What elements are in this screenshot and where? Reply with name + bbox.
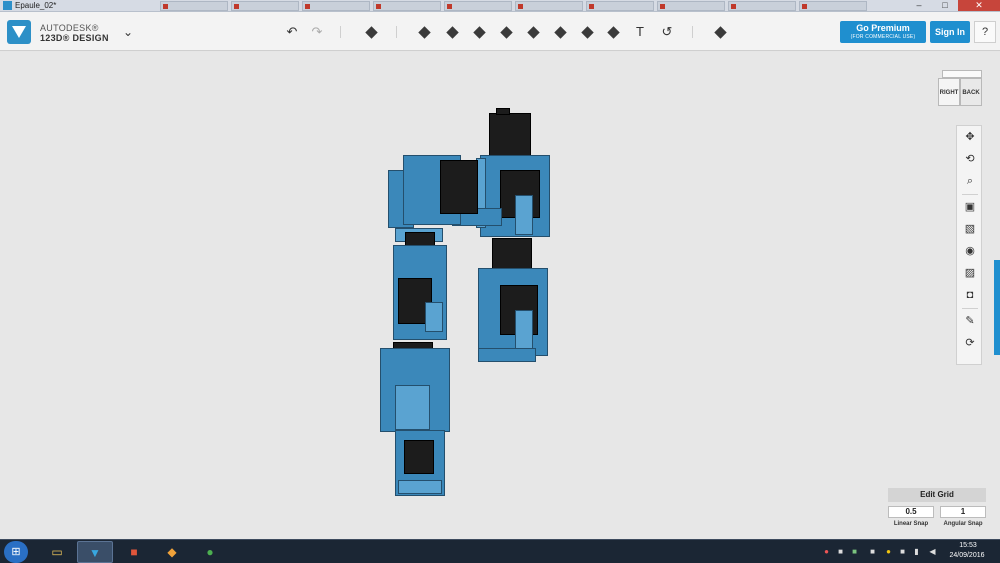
- tray-app-icon[interactable]: ■: [898, 547, 907, 556]
- construct-icon[interactable]: [470, 23, 488, 41]
- background-tab[interactable]: [302, 1, 370, 11]
- text-tool-icon[interactable]: T: [631, 23, 649, 41]
- snap-grid-icon[interactable]: ⟳: [961, 334, 979, 352]
- pattern-icon[interactable]: [524, 23, 542, 41]
- toolbar-divider: [396, 26, 397, 38]
- background-tab[interactable]: [373, 1, 441, 11]
- window-titlebar: Epaule_02* – □ ✕: [0, 0, 1000, 12]
- sketch-icon[interactable]: [443, 23, 461, 41]
- servo-horn[interactable]: [496, 108, 510, 115]
- snap-icon[interactable]: ↺: [658, 23, 676, 41]
- add-primitive-icon[interactable]: [362, 23, 380, 41]
- clock-time[interactable]: 15:53: [946, 542, 990, 549]
- bracket-arm[interactable]: [425, 302, 443, 332]
- background-window-tabs: [160, 1, 867, 11]
- volume-icon[interactable]: ◀: [928, 547, 937, 556]
- linear-snap-label: Linear Snap: [893, 521, 929, 527]
- background-tab[interactable]: [799, 1, 867, 11]
- go-premium-label: Go Premium: [856, 23, 910, 33]
- servo-motor[interactable]: [440, 160, 478, 214]
- go-premium-button[interactable]: Go Premium (FOR COMMERCIAL USE): [840, 21, 926, 43]
- background-tab[interactable]: [160, 1, 228, 11]
- visibility-icon[interactable]: ◉: [961, 242, 979, 260]
- edit-grid-button[interactable]: Edit Grid: [888, 488, 986, 502]
- zoom-icon[interactable]: ⌕: [961, 172, 979, 190]
- background-tab[interactable]: [444, 1, 512, 11]
- file-explorer-icon[interactable]: ▭: [39, 541, 75, 563]
- help-button[interactable]: ?: [974, 21, 996, 43]
- servo-motor[interactable]: [404, 440, 434, 474]
- servo-motor[interactable]: [489, 113, 531, 159]
- close-button[interactable]: ✕: [958, 0, 1000, 11]
- forearm-face[interactable]: [395, 385, 430, 430]
- autodesk-logo-icon: [7, 20, 31, 44]
- tray-app-icon[interactable]: ●: [884, 547, 893, 556]
- background-tab[interactable]: [231, 1, 299, 11]
- bracket-arm[interactable]: [515, 310, 533, 350]
- network-icon[interactable]: ▮: [912, 547, 921, 556]
- pan-icon[interactable]: ✥: [961, 128, 979, 146]
- background-tab[interactable]: [657, 1, 725, 11]
- side-panel-toggle[interactable]: [994, 260, 1000, 355]
- nav-divider: [962, 194, 978, 195]
- sign-in-button[interactable]: Sign In: [930, 21, 970, 43]
- redo-icon[interactable]: ↷: [308, 23, 326, 41]
- grouping-icon[interactable]: [551, 23, 569, 41]
- tray-app-icon[interactable]: ■: [868, 547, 877, 556]
- bracket-arm[interactable]: [515, 195, 533, 235]
- fit-view-icon[interactable]: ▣: [961, 198, 979, 216]
- windows-taskbar: ⊞ ▭ ▼ ■ ◆ ● ● ■ ■ ■ ● ■ ▮ ◀ 15:53 24/09/…: [0, 539, 1000, 563]
- angular-snap-input[interactable]: 1: [940, 506, 986, 518]
- tray-app-icon[interactable]: ■: [850, 547, 859, 556]
- undo-icon[interactable]: ↶: [283, 23, 301, 41]
- go-premium-sublabel: (FOR COMMERCIAL USE): [850, 34, 916, 40]
- modify-icon[interactable]: [497, 23, 515, 41]
- material-icon[interactable]: ✎: [961, 312, 979, 330]
- combine-icon[interactable]: [578, 23, 596, 41]
- background-tab[interactable]: [586, 1, 654, 11]
- view-cube[interactable]: RIGHT BACK: [938, 68, 982, 110]
- angular-snap-label: Angular Snap: [943, 521, 983, 527]
- wrist-base[interactable]: [398, 480, 442, 494]
- measure-icon[interactable]: [604, 23, 622, 41]
- screenshot-icon[interactable]: ◘: [961, 286, 979, 304]
- window-title: Epaule_02*: [15, 1, 57, 10]
- brand-123d-design: 123D® DESIGN: [40, 33, 109, 43]
- chrome-icon[interactable]: ●: [192, 541, 228, 563]
- app-menu-chevron-icon[interactable]: ⌄: [120, 24, 136, 40]
- main-toolbar: AUTODESK® 123D® DESIGN ⌄ ↶ ↷ T ↺ Go Prem…: [0, 12, 1000, 51]
- reader-app-icon[interactable]: ■: [116, 541, 152, 563]
- tray-app-icon[interactable]: ●: [822, 547, 831, 556]
- toolbar-divider: [340, 26, 341, 38]
- 123d-design-taskbar-icon[interactable]: ▼: [77, 541, 113, 563]
- transform-icon[interactable]: [415, 23, 433, 41]
- maximize-button[interactable]: □: [932, 0, 958, 11]
- minimize-button[interactable]: –: [906, 0, 932, 11]
- nav-divider: [962, 308, 978, 309]
- edit-grid-panel: Edit Grid 0.5 1 Linear Snap Angular Snap: [888, 488, 986, 532]
- toolbar-divider: [692, 26, 693, 38]
- bracket-base[interactable]: [478, 348, 536, 362]
- hide-icon[interactable]: ▨: [961, 264, 979, 282]
- view-cube-right[interactable]: RIGHT: [938, 78, 960, 106]
- background-tab[interactable]: [728, 1, 796, 11]
- linear-snap-input[interactable]: 0.5: [888, 506, 934, 518]
- media-app-icon[interactable]: ◆: [154, 541, 190, 563]
- background-tab[interactable]: [515, 1, 583, 11]
- view-cube-top[interactable]: [942, 70, 982, 78]
- view-cube-back[interactable]: BACK: [960, 78, 982, 106]
- app-icon: [3, 1, 12, 10]
- orbit-icon[interactable]: ⟲: [961, 150, 979, 168]
- clock-date[interactable]: 24/09/2016: [942, 552, 992, 559]
- materials-icon[interactable]: [711, 23, 729, 41]
- view-mode-icon[interactable]: ▧: [961, 220, 979, 238]
- start-button[interactable]: ⊞: [4, 541, 28, 563]
- tray-app-icon[interactable]: ■: [836, 547, 845, 556]
- navigation-toolbar: ✥ ⟲ ⌕ ▣ ▧ ◉ ▨ ◘ ✎ ⟳: [956, 125, 982, 365]
- brand-autodesk: AUTODESK®: [40, 23, 99, 33]
